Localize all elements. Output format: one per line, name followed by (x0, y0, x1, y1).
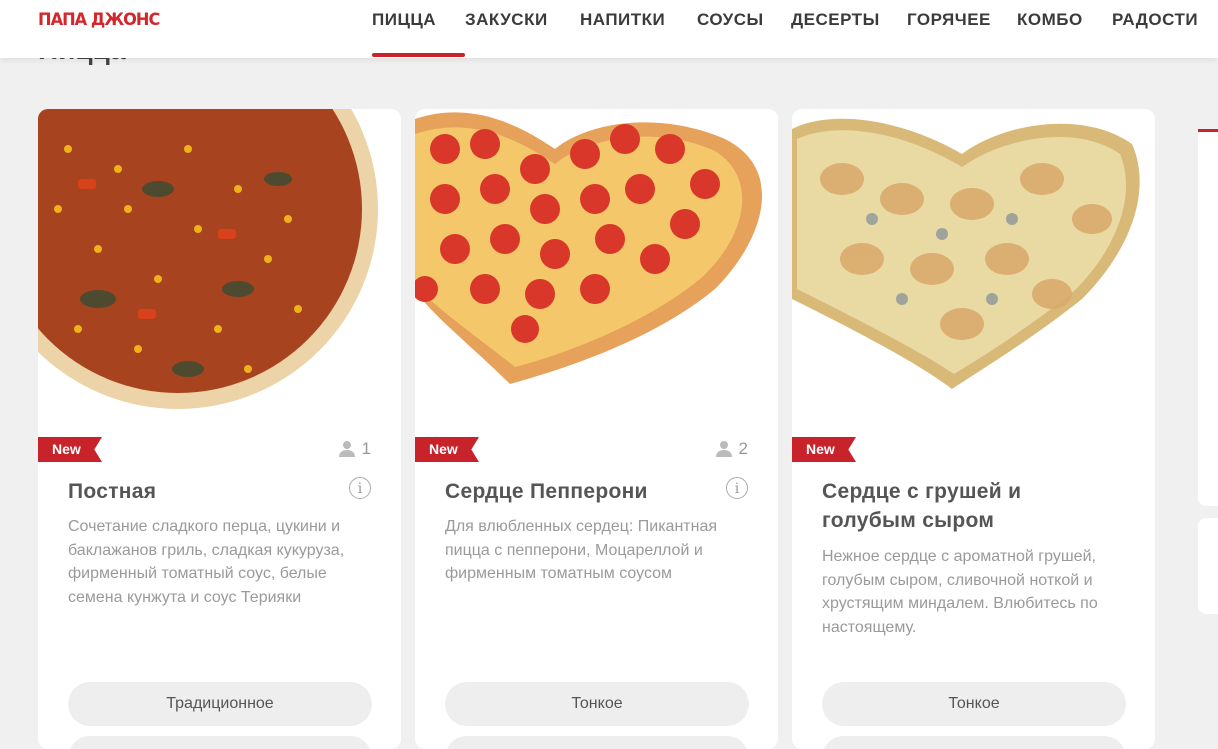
product-name[interactable]: Постная (68, 477, 348, 506)
persons-value: 1 (361, 439, 371, 458)
header: ПАПА ДЖОНС ПИЦЦА ЗАКУСКИ НАПИТКИ СОУСЫ Д… (0, 0, 1218, 58)
nav-drinks[interactable]: НАПИТКИ (580, 0, 697, 58)
dough-selector[interactable]: Тонкое (822, 682, 1126, 726)
nav-snacks[interactable]: ЗАКУСКИ (465, 0, 580, 58)
nav-combo[interactable]: КОМБО (1017, 0, 1112, 58)
product-name[interactable]: Сердце Пепперони (445, 477, 725, 506)
new-badge: New (792, 437, 856, 462)
info-icon[interactable]: i (349, 477, 371, 499)
nav-hot[interactable]: ГОРЯЧЕЕ (907, 0, 1017, 58)
main-nav: ПИЦЦА ЗАКУСКИ НАПИТКИ СОУСЫ ДЕСЕРТЫ ГОРЯ… (372, 0, 1212, 58)
new-badge: New (415, 437, 479, 462)
nav-pizza[interactable]: ПИЦЦА (372, 0, 465, 58)
product-description: Сочетание сладкого перца, цукини и бакла… (68, 518, 345, 606)
nav-joys[interactable]: РАДОСТИ (1112, 0, 1212, 58)
size-selector[interactable] (445, 736, 749, 749)
product-description: Для влюбленных сердец: Пикантная пицца с… (445, 518, 718, 582)
persons-count: 2 (715, 439, 748, 459)
person-icon (338, 441, 355, 457)
size-selector[interactable] (822, 736, 1126, 749)
size-selector[interactable] (68, 736, 372, 749)
new-badge: New (38, 437, 102, 462)
product-name[interactable]: Сердце с грушей и голубым сыром (822, 477, 1102, 535)
product-card-heart-pepperoni[interactable]: New 2 Сердце Пепперони i Для влюбленных … (415, 109, 778, 749)
person-icon (715, 441, 732, 457)
product-card-heart-pear[interactable]: New Сердце с грушей и голубым сыром Нежн… (792, 109, 1155, 749)
product-description: Нежное сердце с ароматной грушей, голубы… (822, 548, 1098, 636)
side-panel-card-2[interactable] (1198, 518, 1218, 614)
side-panel-accent (1198, 129, 1218, 132)
info-icon[interactable]: i (726, 477, 748, 499)
pizza-image[interactable] (415, 109, 778, 429)
nav-desserts[interactable]: ДЕСЕРТЫ (791, 0, 907, 58)
nav-sauces[interactable]: СОУСЫ (697, 0, 791, 58)
dough-selector[interactable]: Традиционное (68, 682, 372, 726)
persons-value: 2 (738, 439, 748, 458)
pizza-image[interactable] (38, 109, 401, 429)
persons-count: 1 (338, 439, 371, 459)
side-panel-card[interactable] (1198, 130, 1218, 506)
dough-selector[interactable]: Тонкое (445, 682, 749, 726)
pizza-image[interactable] (792, 109, 1155, 429)
product-card-lenten[interactable]: New 1 Постная i Сочетание сладкого перца… (38, 109, 401, 749)
logo[interactable]: ПАПА ДЖОНС (38, 10, 160, 30)
